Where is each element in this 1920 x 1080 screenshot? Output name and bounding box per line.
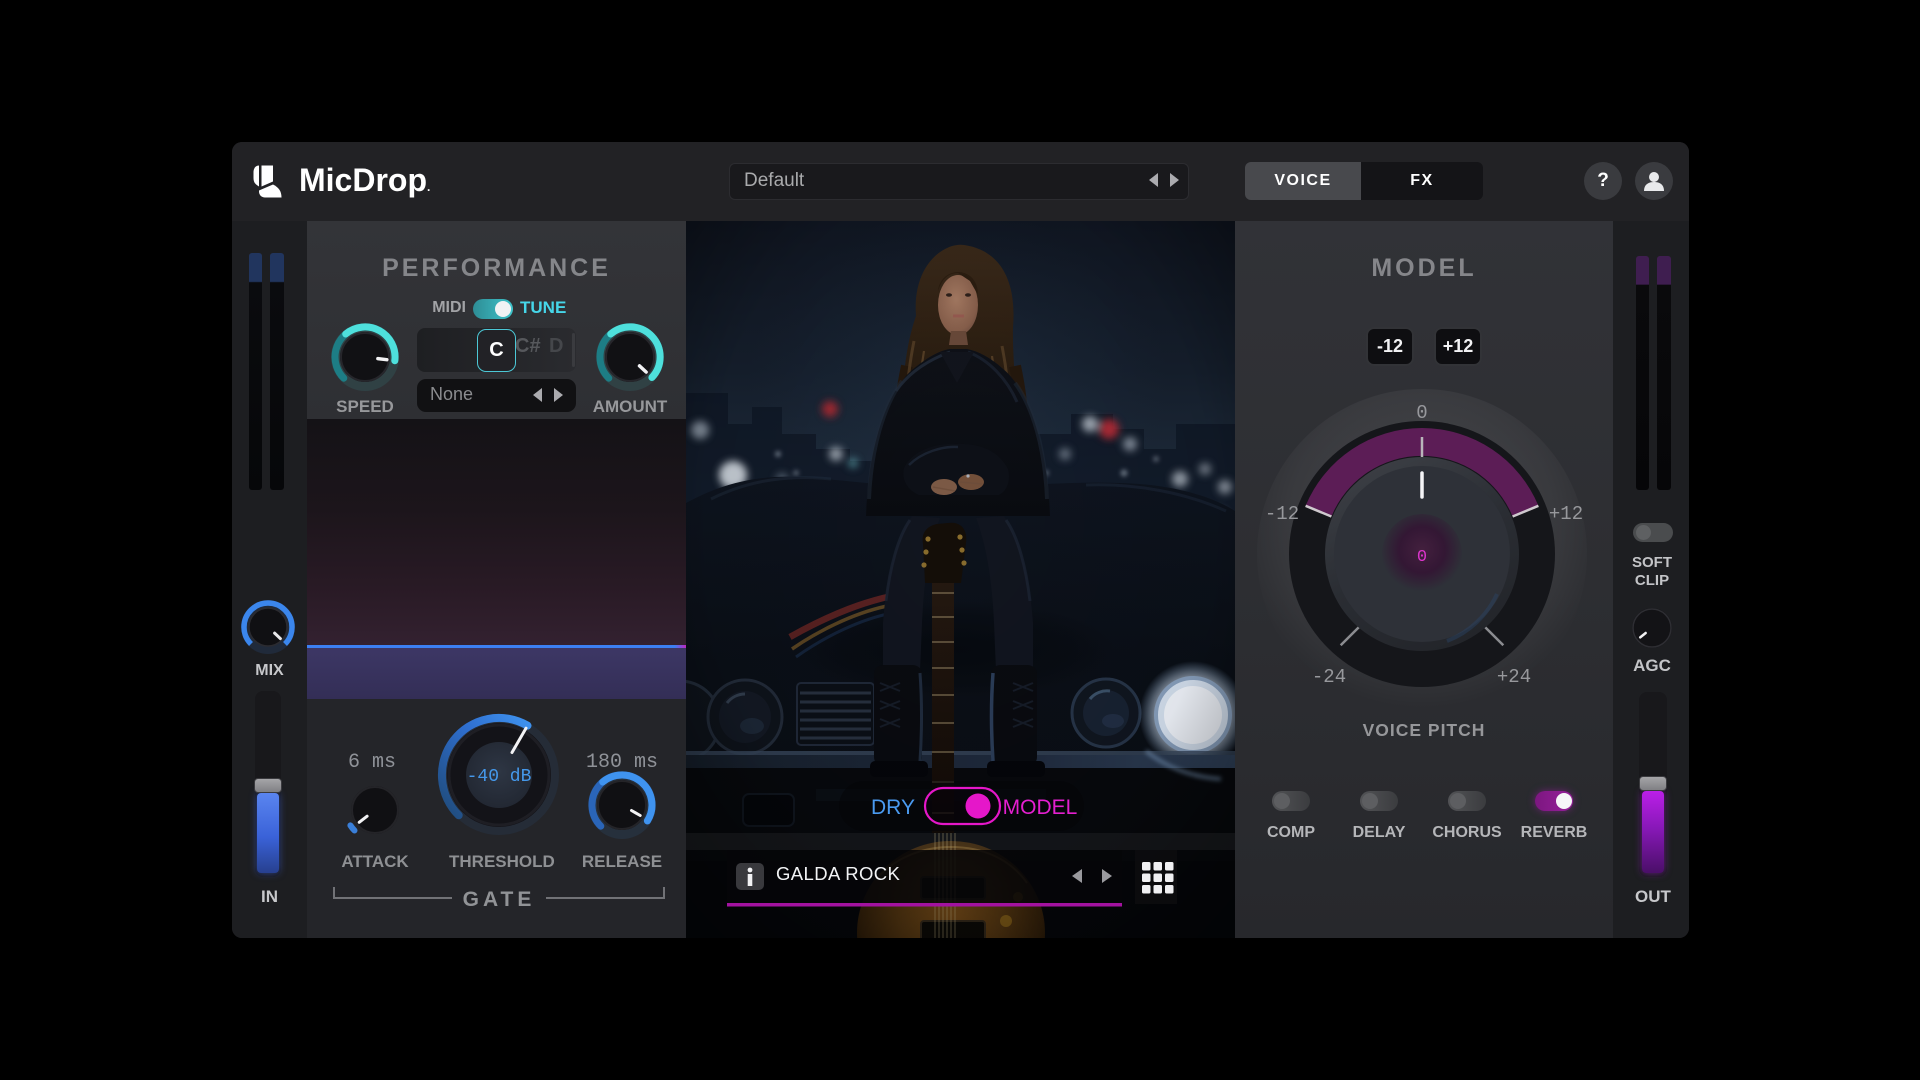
svg-text:0: 0 — [1417, 548, 1427, 567]
svg-text:MODEL: MODEL — [1003, 796, 1078, 819]
svg-text:GALDA ROCK: GALDA ROCK — [776, 863, 901, 884]
svg-text:DRY: DRY — [871, 796, 915, 819]
svg-text:GATE: GATE — [463, 888, 536, 911]
svg-text:-40 dB: -40 dB — [467, 767, 532, 787]
